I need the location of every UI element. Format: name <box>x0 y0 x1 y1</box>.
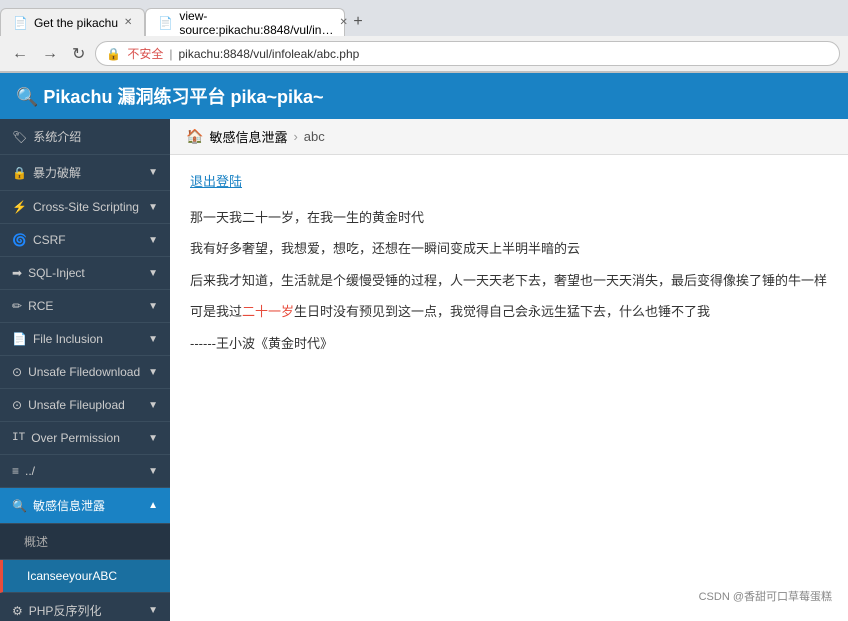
sidebar-sub-label: 概述 <box>24 533 48 550</box>
para-5: ------王小波《黄金时代》 <box>190 332 828 355</box>
chevron-down-icon: ▼ <box>148 367 158 378</box>
chevron-down-icon: ▼ <box>148 605 158 616</box>
sidebar-label: RCE <box>28 299 53 313</box>
content-area: 🏠 敏感信息泄露 › abc 退出登陆 那一天我二十一岁，在我一生的黄金时代 我… <box>170 119 848 621</box>
app-header: 🔍 Pikachu 漏洞练习平台 pika~pika~ <box>0 73 848 119</box>
sidebar-label: Over Permission <box>31 431 120 445</box>
new-tab-button[interactable]: + <box>345 8 370 36</box>
sidebar-label: 系统介绍 <box>33 128 81 145</box>
watermark-text: CSDN @香甜可口草莓蛋糕 <box>699 591 832 603</box>
chevron-down-icon: ▼ <box>148 334 158 345</box>
para-1: 那一天我二十一岁，在我一生的黄金时代 <box>190 206 828 229</box>
para-3: 后来我才知道，生活就是个缓慢受锤的过程，人一天天老下去，奢望也一天天消失，最后变… <box>190 269 828 292</box>
text-block: 那一天我二十一岁，在我一生的黄金时代 我有好多奢望，我想爱，想吃，还想在一瞬间变… <box>190 206 828 355</box>
main-layout: 🏷 系统介绍 🔒 暴力破解 ▼ ⚡ Cross-Site Scripting ▼… <box>0 119 848 621</box>
chevron-down-icon: ▼ <box>148 466 158 477</box>
breadcrumb: 🏠 敏感信息泄露 › abc <box>170 119 848 155</box>
sidebar-item-infoleak[interactable]: 🔍 敏感信息泄露 ▲ <box>0 488 170 524</box>
nav-bar: ← → ↻ 🔒 不安全 | pikachu:8848/vul/infoleak/… <box>0 36 848 72</box>
sidebar-item-overview[interactable]: 概述 <box>0 524 170 560</box>
sidebar-item-over-permission[interactable]: IT Over Permission ▼ <box>0 422 170 455</box>
sidebar-item-php-deserialize[interactable]: ⚙ PHP反序列化 ▼ <box>0 593 170 621</box>
highlight-age: 二十一岁 <box>242 304 294 319</box>
content-body: 退出登陆 那一天我二十一岁，在我一生的黄金时代 我有好多奢望，我想爱，想吃，还想… <box>170 155 848 379</box>
sidebar-label: 暴力破解 <box>33 164 81 181</box>
sidebar-icon: ⊙ <box>12 365 22 379</box>
breadcrumb-home-label: 敏感信息泄露 <box>209 127 287 146</box>
sidebar-icon: 🌀 <box>12 233 27 247</box>
sidebar-item-dir-traversal[interactable]: ≡ ../ ▼ <box>0 455 170 488</box>
sidebar-icon: ⚙ <box>12 604 23 618</box>
tab-view-source[interactable]: 📄 view-source:pikachu:8848/vul/in… ✕ <box>145 8 345 36</box>
sidebar-item-ican[interactable]: IcanseeyourABC <box>0 560 170 593</box>
sidebar-label: Unsafe Fileupload <box>28 398 125 412</box>
tab-favicon: 📄 <box>13 16 28 30</box>
sidebar-item-brute-force[interactable]: 🔒 暴力破解 ▼ <box>0 155 170 191</box>
sidebar-icon: ≡ <box>12 464 19 478</box>
tab-favicon: 📄 <box>158 16 173 30</box>
chevron-down-icon: ▼ <box>148 167 158 178</box>
chevron-up-icon: ▲ <box>148 500 158 511</box>
chevron-down-icon: ▼ <box>148 202 158 213</box>
sidebar-item-sys-intro[interactable]: 🏷 系统介绍 <box>0 119 170 155</box>
sidebar-icon: ⊙ <box>12 398 22 412</box>
sidebar-icon: ⚡ <box>12 200 27 214</box>
para-2: 我有好多奢望，我想爱，想吃，还想在一瞬间变成天上半明半暗的云 <box>190 237 828 260</box>
sidebar-label: ../ <box>25 464 35 478</box>
sidebar-icon: ✏ <box>12 299 22 313</box>
sidebar-item-unsafe-fileupload[interactable]: ⊙ Unsafe Fileupload ▼ <box>0 389 170 422</box>
sidebar-icon: ➡ <box>12 266 22 280</box>
sidebar-label: Cross-Site Scripting <box>33 200 139 214</box>
sidebar-icon: IT <box>12 432 25 444</box>
tab-label: Get the pikachu <box>34 16 118 30</box>
forward-button[interactable]: → <box>38 43 62 65</box>
sidebar-label: SQL-Inject <box>28 266 85 280</box>
sidebar-label: Unsafe Filedownload <box>28 365 140 379</box>
lock-icon: 🔒 <box>106 47 121 61</box>
sidebar-label: File Inclusion <box>33 332 103 346</box>
breadcrumb-separator: › <box>293 129 297 144</box>
sidebar-item-sql-inject[interactable]: ➡ SQL-Inject ▼ <box>0 257 170 290</box>
sidebar-label: PHP反序列化 <box>29 602 102 619</box>
sidebar-item-csrf[interactable]: 🌀 CSRF ▼ <box>0 224 170 257</box>
sidebar-icon: 🔒 <box>12 166 27 180</box>
sidebar-icon: 📄 <box>12 332 27 346</box>
logout-link[interactable]: 退出登陆 <box>190 171 828 190</box>
chevron-down-icon: ▼ <box>148 235 158 246</box>
insecure-label: 不安全 <box>127 45 163 62</box>
sidebar-icon: 🏷 <box>12 130 27 144</box>
tab-get-pikachu[interactable]: 📄 Get the pikachu ✕ <box>0 8 145 36</box>
browser-chrome: 📄 Get the pikachu ✕ 📄 view-source:pikach… <box>0 0 848 73</box>
chevron-down-icon: ▼ <box>148 433 158 444</box>
app-title: 🔍 Pikachu 漏洞练习平台 pika~pika~ <box>16 83 324 109</box>
sidebar-item-rce[interactable]: ✏ RCE ▼ <box>0 290 170 323</box>
sidebar-icon: 🔍 <box>12 499 27 513</box>
address-bar[interactable]: 🔒 不安全 | pikachu:8848/vul/infoleak/abc.ph… <box>95 41 840 66</box>
tab-label: view-source:pikachu:8848/vul/in… <box>179 9 333 37</box>
para-4: 可是我过二十一岁生日时没有预见到这一点，我觉得自己会永远生猛下去，什么也锤不了我 <box>190 300 828 323</box>
sidebar-label: 敏感信息泄露 <box>33 497 105 514</box>
back-button[interactable]: ← <box>8 43 32 65</box>
sidebar-item-xss[interactable]: ⚡ Cross-Site Scripting ▼ <box>0 191 170 224</box>
chevron-down-icon: ▼ <box>148 301 158 312</box>
sidebar-sub-infoleak: 概述 IcanseeyourABC <box>0 524 170 593</box>
sidebar-item-file-inclusion[interactable]: 📄 File Inclusion ▼ <box>0 323 170 356</box>
chevron-down-icon: ▼ <box>148 268 158 279</box>
sidebar: 🏷 系统介绍 🔒 暴力破解 ▼ ⚡ Cross-Site Scripting ▼… <box>0 119 170 621</box>
address-text: pikachu:8848/vul/infoleak/abc.php <box>179 47 830 61</box>
tab-bar: 📄 Get the pikachu ✕ 📄 view-source:pikach… <box>0 0 848 36</box>
breadcrumb-current: abc <box>304 129 325 144</box>
tab-close-btn[interactable]: ✕ <box>124 17 132 28</box>
sidebar-sub-label: IcanseeyourABC <box>27 569 117 583</box>
sidebar-label: CSRF <box>33 233 66 247</box>
breadcrumb-home-icon: 🏠 <box>186 128 203 145</box>
sidebar-item-unsafe-filedownload[interactable]: ⊙ Unsafe Filedownload ▼ <box>0 356 170 389</box>
refresh-button[interactable]: ↻ <box>68 42 89 66</box>
chevron-down-icon: ▼ <box>148 400 158 411</box>
watermark: CSDN @香甜可口草莓蛋糕 <box>693 586 838 606</box>
